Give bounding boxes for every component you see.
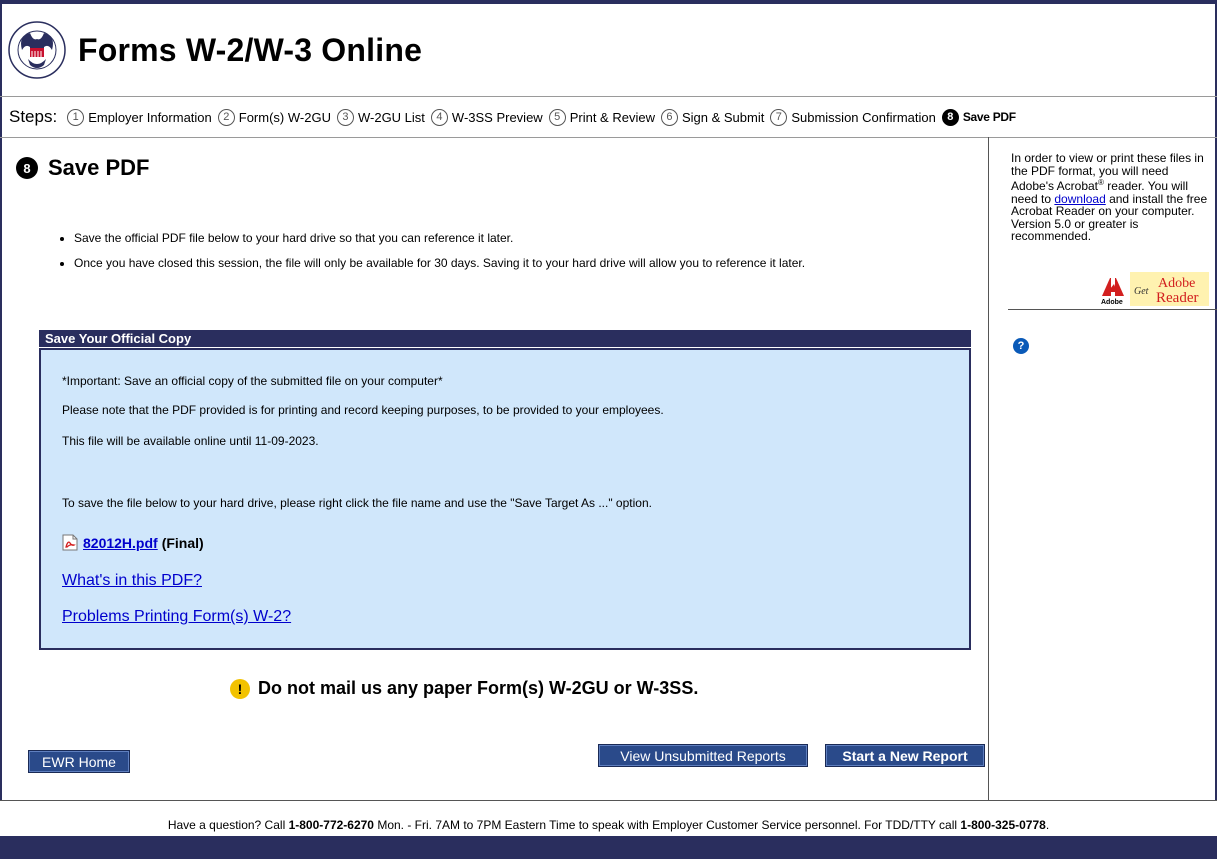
adobe-info-sidebar: In order to view or print these files in… bbox=[1011, 152, 1209, 243]
file-status: (Final) bbox=[161, 534, 204, 551]
step-label: Employer Information bbox=[88, 109, 212, 125]
step-save-pdf: 8 Save PDF bbox=[941, 108, 1016, 126]
purpose-note: Please note that the PDF provided is for… bbox=[62, 403, 664, 417]
step-number-icon: 3 bbox=[336, 108, 354, 126]
panel-header: Save Your Official Copy bbox=[39, 330, 971, 347]
ewr-home-button[interactable]: EWR Home bbox=[28, 750, 130, 773]
step-forms-w2gu[interactable]: 2 Form(s) W-2GU bbox=[217, 108, 331, 126]
step-label: W-3SS Preview bbox=[451, 109, 543, 125]
pdf-file-link[interactable]: 82012H.pdf bbox=[83, 535, 158, 551]
app-header: Forms W-2/W-3 Online bbox=[8, 18, 422, 82]
save-instructions: To save the file below to your hard driv… bbox=[62, 496, 652, 510]
step-label: Save PDF bbox=[962, 110, 1016, 124]
footer-bar bbox=[0, 836, 1217, 859]
list-item: Save the official PDF file below to your… bbox=[74, 232, 994, 245]
footer-text: . bbox=[1045, 818, 1050, 832]
page-title: Save PDF bbox=[48, 155, 150, 180]
official-copy-panel: *Important: Save an official copy of the… bbox=[39, 348, 971, 650]
step-number-icon: 7 bbox=[770, 108, 788, 126]
view-unsubmitted-reports-button[interactable]: View Unsubmitted Reports bbox=[598, 744, 808, 767]
adobe-logo-icon: Adobe Get Adobe Reader bbox=[1098, 272, 1209, 306]
warning-text: Do not mail us any paper Form(s) W-2GU o… bbox=[258, 678, 699, 698]
availability-note: This file will be available online until… bbox=[62, 434, 319, 448]
reader-label: Reader bbox=[1156, 290, 1198, 306]
sidebar-divider bbox=[988, 137, 989, 800]
app-title: Forms W-2/W-3 Online bbox=[78, 31, 423, 68]
step-label: Sign & Submit bbox=[681, 109, 765, 125]
step-submission-confirmation[interactable]: 7 Submission Confirmation bbox=[770, 108, 936, 126]
exclamation-icon: ! bbox=[230, 678, 250, 699]
step-number-icon: 2 bbox=[217, 108, 235, 126]
step-number-icon: 6 bbox=[660, 108, 678, 126]
step-number-icon: 5 bbox=[548, 108, 566, 126]
adobe-label: Adobe bbox=[1158, 276, 1195, 291]
page-heading: 8 Save PDF bbox=[16, 155, 150, 181]
instruction-list: Save the official PDF file below to your… bbox=[56, 232, 994, 281]
footer-text: Mon. - Fri. 7AM to 7PM Eastern Time to s… bbox=[373, 818, 961, 832]
whats-in-pdf-link[interactable]: What's in this PDF? bbox=[62, 572, 202, 590]
step-badge-icon: 8 bbox=[16, 157, 38, 179]
important-note: *Important: Save an official copy of the… bbox=[62, 374, 443, 388]
step-w2gu-list[interactable]: 3 W-2GU List bbox=[336, 108, 425, 126]
steps-bar: Steps: 1 Employer Information 2 Form(s) … bbox=[0, 96, 1217, 138]
step-label: Print & Review bbox=[569, 109, 655, 125]
footer-text: Have a question? Call bbox=[167, 818, 289, 832]
phone-number: 1-800-772-6270 bbox=[288, 818, 374, 832]
step-number-icon: 4 bbox=[430, 108, 448, 126]
footer-rule bbox=[0, 800, 1217, 801]
help-icon[interactable]: ? bbox=[1013, 338, 1029, 354]
ssa-seal-logo bbox=[8, 21, 66, 79]
steps-label: Steps: bbox=[9, 107, 58, 126]
step-w3ss-preview[interactable]: 4 W-3SS Preview bbox=[430, 108, 543, 126]
adobe-small-label: Adobe bbox=[1101, 299, 1123, 306]
step-number-icon: 1 bbox=[67, 108, 85, 126]
step-label: Form(s) W-2GU bbox=[238, 109, 331, 125]
get-adobe-reader-badge[interactable]: Adobe Get Adobe Reader bbox=[1098, 272, 1209, 306]
footer-contact: Have a question? Call 1-800-772-6270 Mon… bbox=[0, 818, 1217, 832]
start-new-report-button[interactable]: Start a New Report bbox=[825, 744, 985, 767]
step-sign-submit[interactable]: 6 Sign & Submit bbox=[660, 108, 765, 126]
sidebar-rule bbox=[1008, 309, 1217, 310]
step-label: W-2GU List bbox=[357, 109, 425, 125]
step-label: Submission Confirmation bbox=[791, 109, 936, 125]
pdf-file-icon bbox=[62, 534, 78, 551]
mail-warning: ! Do not mail us any paper Form(s) W-2GU… bbox=[230, 678, 698, 699]
tty-number: 1-800-325-0778 bbox=[960, 818, 1046, 832]
top-border bbox=[0, 0, 1217, 4]
step-employer-information[interactable]: 1 Employer Information bbox=[67, 108, 212, 126]
get-label: Get bbox=[1134, 286, 1149, 297]
step-print-review[interactable]: 5 Print & Review bbox=[548, 108, 655, 126]
list-item: Once you have closed this session, the f… bbox=[74, 256, 994, 270]
pdf-file-row: 82012H.pdf (Final) bbox=[62, 534, 204, 551]
problems-printing-link[interactable]: Problems Printing Form(s) W-2? bbox=[62, 608, 291, 626]
step-number-icon: 8 bbox=[941, 108, 959, 126]
